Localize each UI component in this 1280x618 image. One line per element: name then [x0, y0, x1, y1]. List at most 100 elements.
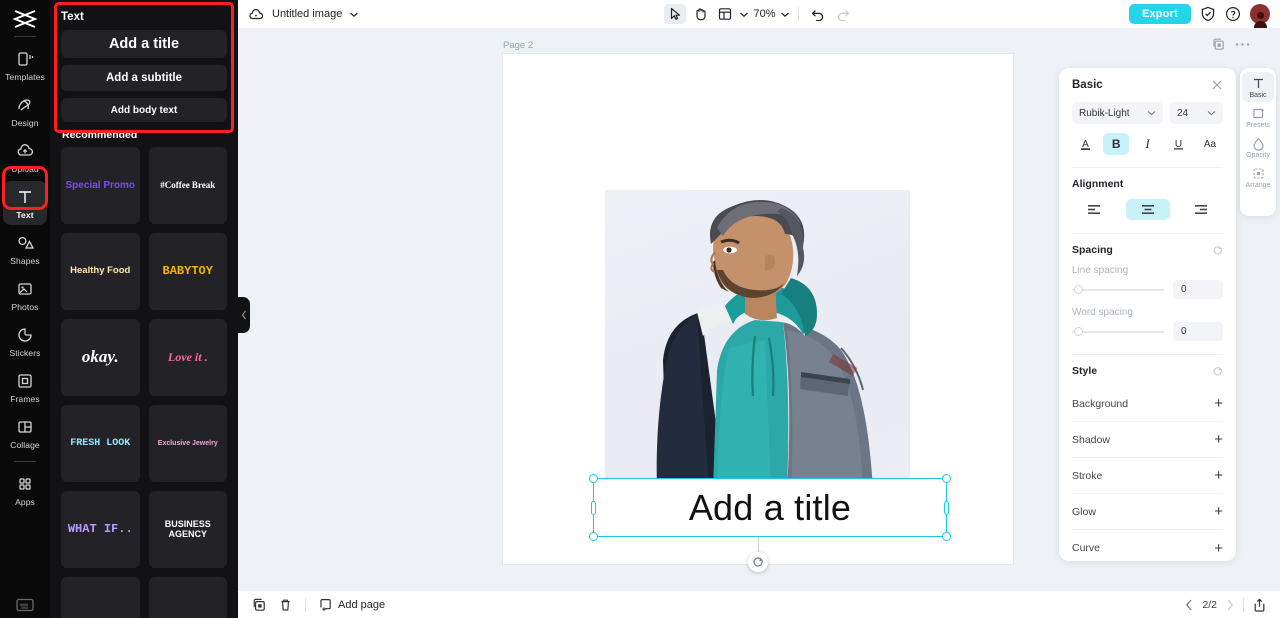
recommended-text-card[interactable]: FRESH LOOK: [61, 405, 140, 482]
style-row-background[interactable]: Background +: [1072, 386, 1223, 422]
line-spacing-slider[interactable]: [1072, 284, 1164, 294]
canvas-stage[interactable]: Page 2 Add a title Basic Rubik-Light 24 …: [238, 28, 1280, 590]
font-size-select[interactable]: 24: [1170, 102, 1223, 124]
keyboard-shortcuts-button[interactable]: [0, 598, 50, 612]
recommended-text-card[interactable]: BUSINESS AGENCY: [148, 491, 227, 568]
plus-icon[interactable]: +: [1214, 432, 1223, 447]
user-avatar[interactable]: [1250, 4, 1270, 28]
shield-check-icon[interactable]: [1200, 6, 1216, 22]
props-tab-arrange[interactable]: Arrange: [1242, 162, 1274, 192]
duplicate-icon[interactable]: [252, 598, 266, 612]
prev-page-button[interactable]: [1185, 599, 1193, 611]
hand-tool-button[interactable]: [689, 4, 711, 24]
sidebar-item-apps[interactable]: Apps: [3, 468, 47, 512]
recommended-card-label: FRESH LOOK: [70, 438, 131, 449]
capcut-logo-icon[interactable]: [8, 6, 42, 32]
resize-handle-bottom-right[interactable]: [942, 532, 951, 541]
undo-button[interactable]: [807, 4, 829, 24]
spacing-reset-icon[interactable]: [1212, 245, 1223, 256]
resize-handle-top-left[interactable]: [589, 474, 598, 483]
text-case-button[interactable]: Aa: [1197, 133, 1223, 155]
selected-text-element[interactable]: Add a title: [589, 474, 951, 541]
add-a-title-button[interactable]: Add a title: [61, 30, 227, 58]
word-spacing-slider[interactable]: [1072, 326, 1164, 336]
recommended-text-card[interactable]: #Coffee Break: [148, 147, 227, 224]
zoom-level-value[interactable]: 70%: [752, 8, 776, 20]
add-a-subtitle-button[interactable]: Add a subtitle: [61, 65, 227, 91]
resize-handle-middle-right[interactable]: [944, 500, 949, 515]
sidebar-item-stickers[interactable]: Stickers: [3, 319, 47, 363]
trash-icon[interactable]: [279, 598, 292, 612]
props-divider-3: [1072, 354, 1223, 355]
sidebar-item-design[interactable]: Design: [3, 89, 47, 133]
resize-handle-middle-left[interactable]: [591, 500, 596, 515]
word-spacing-input[interactable]: 0: [1173, 322, 1223, 341]
recommended-text-card[interactable]: Exclusive Jewelry: [148, 405, 227, 482]
recommended-text-card[interactable]: [61, 577, 140, 618]
italic-button[interactable]: I: [1135, 133, 1161, 155]
bold-button[interactable]: B: [1103, 133, 1130, 155]
recommended-text-card[interactable]: [148, 577, 227, 618]
recommended-text-card[interactable]: Special Promo: [61, 147, 140, 224]
recommended-text-card[interactable]: okay.: [61, 319, 140, 396]
style-reset-icon[interactable]: [1212, 366, 1223, 377]
add-page-button[interactable]: Add page: [319, 598, 385, 612]
recommended-text-card[interactable]: BABYTOY: [148, 233, 227, 310]
duplicate-page-icon[interactable]: [1212, 38, 1225, 51]
align-left-button[interactable]: [1072, 199, 1116, 220]
recommended-text-card[interactable]: WHAT IF..: [61, 491, 140, 568]
line-spacing-input[interactable]: 0: [1173, 280, 1223, 299]
add-body-text-button[interactable]: Add body text: [61, 98, 227, 122]
document-title[interactable]: Untitled image: [272, 8, 342, 20]
photo-element[interactable]: [605, 190, 910, 495]
plus-icon[interactable]: +: [1214, 396, 1223, 411]
sidebar-item-shapes[interactable]: Shapes: [3, 227, 47, 271]
style-row-shadow[interactable]: Shadow +: [1072, 422, 1223, 458]
redo-button[interactable]: [832, 4, 854, 24]
style-row-stroke[interactable]: Stroke +: [1072, 458, 1223, 494]
plus-icon[interactable]: +: [1214, 468, 1223, 483]
sidebar-item-templates[interactable]: Templates: [3, 43, 47, 87]
align-center-button[interactable]: [1125, 199, 1170, 220]
layout-tool-button[interactable]: [714, 4, 736, 24]
export-button[interactable]: Export: [1128, 4, 1191, 24]
resize-handle-bottom-left[interactable]: [589, 532, 598, 541]
rotate-handle[interactable]: [748, 552, 768, 572]
recommended-text-card[interactable]: Love it .: [148, 319, 227, 396]
zoom-caret-icon[interactable]: [780, 11, 790, 18]
word-spacing-knob[interactable]: [1074, 326, 1083, 336]
help-circle-icon[interactable]: [1225, 6, 1241, 22]
props-tab-opacity[interactable]: Opacity: [1242, 132, 1274, 162]
top-toolbar: Untitled image 70% Export: [238, 0, 1280, 28]
sidebar-item-collage[interactable]: Collage: [3, 411, 47, 455]
props-tab-presets[interactable]: Presets: [1242, 102, 1274, 132]
plus-icon[interactable]: +: [1214, 504, 1223, 519]
recommended-text-card[interactable]: Healthy Food: [61, 233, 140, 310]
sidebar-item-text[interactable]: Text: [3, 181, 47, 225]
align-right-button[interactable]: [1179, 199, 1223, 220]
underline-button[interactable]: U: [1166, 133, 1192, 155]
style-row-curve[interactable]: Curve +: [1072, 530, 1223, 561]
layout-caret-icon[interactable]: [739, 11, 749, 18]
line-spacing-knob[interactable]: [1074, 284, 1083, 294]
plus-icon[interactable]: +: [1214, 541, 1223, 556]
resize-handle-top-right[interactable]: [942, 474, 951, 483]
sidebar-item-frames[interactable]: Frames: [3, 365, 47, 409]
select-tool-button[interactable]: [664, 4, 687, 24]
props-tab-basic[interactable]: Basic: [1242, 72, 1274, 102]
design-canvas[interactable]: Add a title: [503, 54, 1013, 572]
export-page-icon[interactable]: [1253, 598, 1266, 612]
text-color-button[interactable]: A: [1072, 133, 1098, 155]
font-family-select[interactable]: Rubik-Light: [1072, 102, 1163, 124]
panel-collapse-button[interactable]: [238, 297, 250, 333]
style-row-glow[interactable]: Glow +: [1072, 494, 1223, 530]
sidebar-item-upload[interactable]: Upload: [3, 135, 47, 179]
chevron-down-icon[interactable]: [349, 11, 359, 18]
page-more-icon[interactable]: [1235, 42, 1250, 47]
cloud-upload-icon[interactable]: [248, 7, 265, 22]
rotate-icon: [752, 556, 764, 568]
next-page-button[interactable]: [1226, 599, 1234, 611]
close-icon[interactable]: [1211, 79, 1223, 91]
sidebar-item-photos[interactable]: Photos: [3, 273, 47, 317]
text-element-content[interactable]: Add a title: [689, 487, 851, 529]
